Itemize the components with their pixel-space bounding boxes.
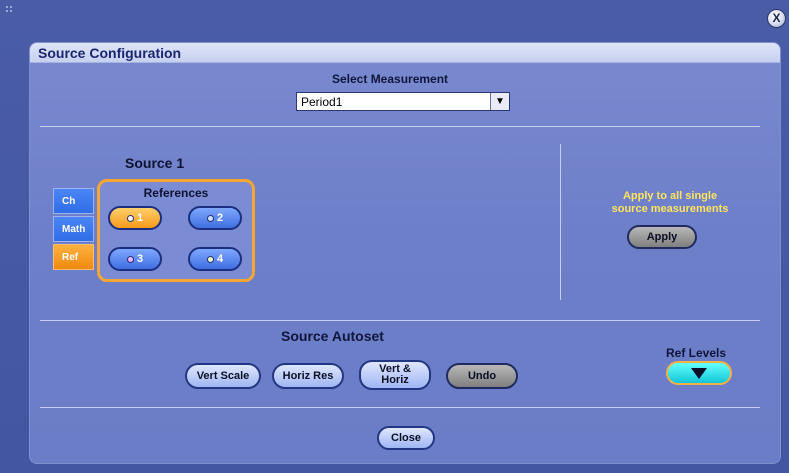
horiz-res-button[interactable]: Horiz Res [272,363,344,389]
ref-button-2-label: 2 [216,212,224,224]
panel-header: Source Configuration [30,43,780,63]
ref-button-4-label: 4 [216,253,224,265]
tab-ch[interactable]: Ch [53,188,94,214]
source-configuration-panel: Source Configuration Select Measurement … [29,42,781,464]
ref-button-3-label: 3 [136,253,144,265]
apply-button[interactable]: Apply [627,225,697,249]
ref-button-4[interactable]: 4 [188,247,242,271]
vert-horiz-button[interactable]: Vert & Horiz [359,360,431,390]
select-measurement-label: Select Measurement [332,72,449,86]
apply-description-line1: Apply to all single [622,190,718,202]
references-group: References 1 2 3 4 [97,179,255,282]
apply-description: Apply to all single source measurements [590,190,750,216]
close-button[interactable]: Close [377,426,435,450]
ref-1-dot-icon [126,214,134,222]
divider-top [40,126,760,127]
ref-button-3[interactable]: 3 [108,247,162,271]
vert-horiz-line2: Horiz [381,374,409,386]
ref-levels-label: Ref Levels [666,346,727,360]
divider-vertical [560,144,561,300]
ref-levels-button[interactable] [666,361,732,385]
measurement-select[interactable]: Period1 ▼ [296,92,510,111]
ref-button-2[interactable]: 2 [188,206,242,230]
ref-4-dot-icon [206,255,214,263]
tab-ref[interactable]: Ref [53,244,94,270]
undo-button[interactable]: Undo [446,363,518,389]
measurement-select-value: Period1 [301,95,343,109]
dialog-background: X Source Configuration Select Measuremen… [0,0,789,473]
source-autoset-title: Source Autoset [281,328,384,344]
divider-bottom [40,407,760,408]
ref-3-dot-icon [126,255,134,263]
vert-scale-button[interactable]: Vert Scale [185,363,261,389]
references-title: References [143,186,209,200]
divider-middle [40,320,760,321]
panel-title: Source Configuration [38,45,182,61]
ref-2-dot-icon [206,214,214,222]
tab-math[interactable]: Math [53,216,94,242]
window-close-button[interactable]: X [767,9,786,28]
triangle-down-icon [691,367,707,379]
chevron-down-icon[interactable]: ▼ [490,93,509,110]
window-grip-icon [6,6,16,16]
ref-button-1[interactable]: 1 [108,206,162,230]
apply-description-line2: source measurements [611,203,729,215]
ref-button-1-label: 1 [136,212,144,224]
source-title: Source 1 [125,155,185,171]
